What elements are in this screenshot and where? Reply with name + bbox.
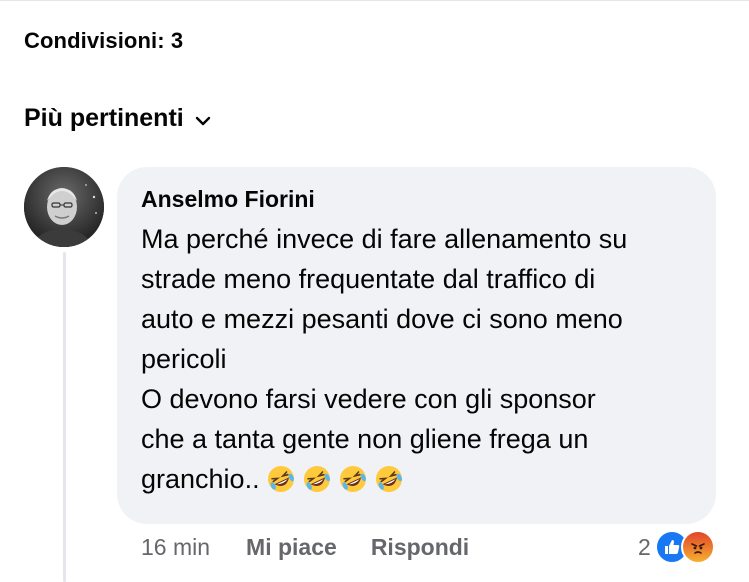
comment-timestamp[interactable]: 16 min xyxy=(141,534,210,561)
thread-line xyxy=(63,252,66,582)
rolling-laughing-emoji-icon xyxy=(303,465,330,492)
reaction-count: 2 xyxy=(638,533,651,560)
reply-button[interactable]: Rispondi xyxy=(371,534,469,561)
rolling-laughing-emoji-icon xyxy=(375,465,402,492)
rolling-laughing-emoji-icon xyxy=(339,465,366,492)
comment-text: Ma perché invece di fare allenamento su … xyxy=(141,219,692,499)
shares-count[interactable]: Condivisioni: 3 xyxy=(24,28,183,54)
rolling-laughing-emoji-icon xyxy=(267,465,294,492)
comment-body: Ma perché invece di fare allenamento su … xyxy=(141,224,628,494)
chevron-down-icon xyxy=(194,112,212,130)
comments-panel: Condivisioni: 3 Più pertinenti Anselmo F… xyxy=(0,0,749,582)
comment-actions: 16 min Mi piace Rispondi xyxy=(141,534,469,561)
sort-label: Più pertinenti xyxy=(24,104,184,132)
angry-reaction-icon xyxy=(680,530,715,564)
like-button[interactable]: Mi piace xyxy=(246,534,337,561)
reaction-summary[interactable]: 2 xyxy=(638,530,715,564)
divider xyxy=(0,0,749,1)
sort-dropdown[interactable]: Più pertinenti xyxy=(24,104,212,133)
comment-bubble: Anselmo Fiorini Ma perché invece di fare… xyxy=(117,167,716,524)
comment-author[interactable]: Anselmo Fiorini xyxy=(141,183,692,215)
avatar[interactable] xyxy=(24,167,104,247)
emoji-group xyxy=(266,464,404,494)
